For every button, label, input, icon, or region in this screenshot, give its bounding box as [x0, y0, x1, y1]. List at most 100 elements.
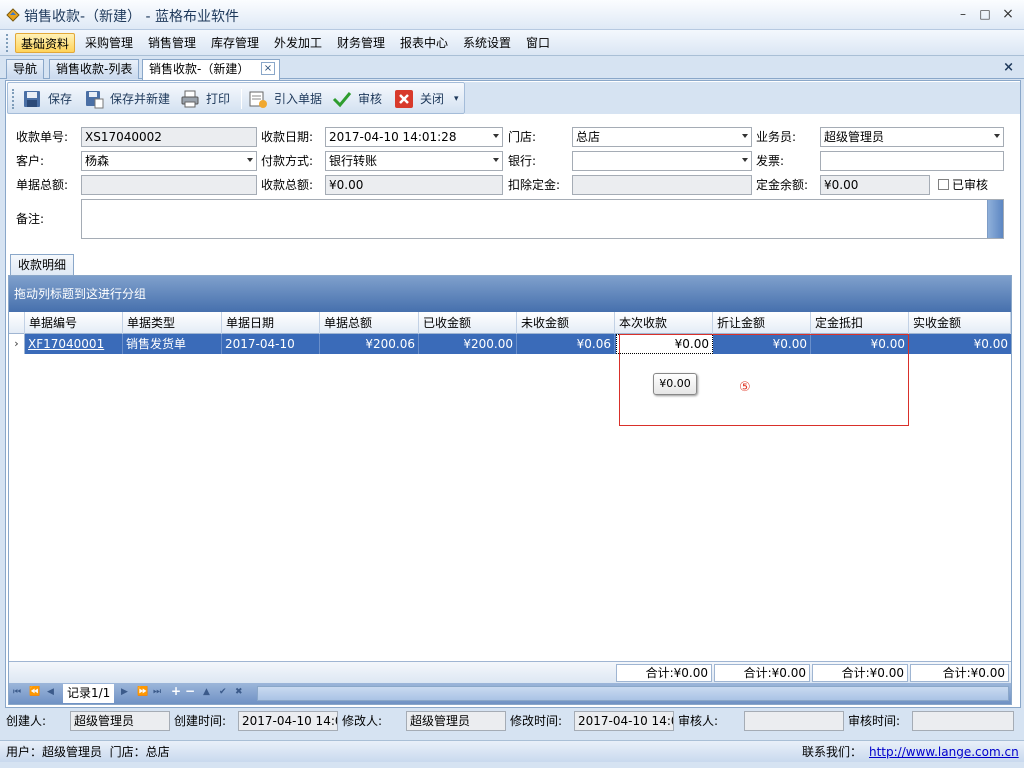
header-discount[interactable]: 折让金额	[713, 312, 811, 334]
audit-button[interactable]: 审核	[332, 87, 390, 111]
chevron-down-icon[interactable]	[493, 134, 499, 138]
post-edit-icon[interactable]: ✔	[219, 687, 227, 697]
audited-checkbox[interactable]	[938, 179, 949, 190]
group-by-panel[interactable]: 拖动列标题到这进行分组	[9, 276, 1011, 312]
print-button[interactable]: 打印	[180, 87, 238, 111]
cancel-edit-icon[interactable]: ✖	[235, 687, 243, 697]
prev-page-icon[interactable]: ⏪	[29, 687, 40, 697]
chevron-down-icon[interactable]	[247, 158, 253, 162]
creator-field: 超级管理员	[70, 711, 170, 731]
remark-textarea[interactable]	[81, 199, 1004, 239]
window-close-button[interactable]: ×	[999, 6, 1017, 22]
close-all-tabs-icon[interactable]: ×	[1003, 60, 1014, 75]
close-button[interactable]: 关闭	[394, 87, 452, 111]
tab-close-icon[interactable]: ×	[261, 62, 275, 75]
pay-method-label: 付款方式:	[261, 154, 314, 168]
header-doc-date[interactable]: 单据日期	[222, 312, 320, 334]
header-doc-type[interactable]: 单据类型	[123, 312, 222, 334]
header-deposit-offset[interactable]: 定金抵扣	[811, 312, 909, 334]
import-document-button[interactable]: 引入单据	[248, 87, 326, 111]
delete-record-icon[interactable]: −	[185, 684, 195, 698]
menu-sales[interactable]: 销售管理	[143, 33, 201, 53]
prev-record-icon[interactable]: ◀	[47, 687, 54, 697]
toolbar-overflow-icon[interactable]: ▾	[454, 87, 459, 111]
deposit-balance-field: ¥0.00	[820, 175, 930, 195]
cell-doc-type[interactable]: 销售发货单	[123, 334, 222, 354]
receipt-date-value: 2017-04-10 14:01:28	[329, 130, 457, 144]
maximize-button[interactable]: □	[976, 6, 994, 22]
cell-doc-no-link[interactable]: XF17040001	[25, 334, 123, 354]
footer-deposit-sum: 合计:¥0.00	[812, 664, 908, 682]
minimize-button[interactable]: –	[954, 6, 972, 22]
header-doc-total[interactable]: 单据总额	[320, 312, 419, 334]
tab-navigation[interactable]: 导航	[6, 59, 45, 79]
cell-actual-received[interactable]: ¥0.00	[909, 334, 1011, 354]
tab-receipt-details[interactable]: 收款明细	[10, 254, 74, 275]
deduct-deposit-label: 扣除定金:	[508, 178, 561, 192]
remark-label: 备注:	[16, 212, 45, 226]
menu-purchase[interactable]: 采购管理	[80, 33, 138, 53]
app-logo-icon	[6, 8, 20, 22]
store-value: 总店	[576, 130, 601, 144]
receipt-date-picker[interactable]: 2017-04-10 14:01:28	[325, 127, 503, 147]
cell-doc-date[interactable]: 2017-04-10	[222, 334, 320, 354]
deposit-balance-label: 定金余额:	[756, 178, 809, 192]
next-page-icon[interactable]: ⏩	[137, 687, 148, 697]
close-icon	[395, 90, 413, 108]
row-indicator: ›	[9, 334, 25, 354]
bank-select[interactable]	[572, 151, 752, 171]
menu-inventory[interactable]: 库存管理	[206, 33, 264, 53]
salesman-select[interactable]: 超级管理员	[820, 127, 1004, 147]
menu-outsourcing[interactable]: 外发加工	[269, 33, 327, 53]
edit-record-icon[interactable]: ▲	[203, 687, 210, 697]
header-indicator-cell	[9, 312, 25, 334]
create-time-field: 2017-04-10 14:0	[238, 711, 338, 731]
print-label: 打印	[206, 92, 231, 106]
header-actual-received[interactable]: 实收金额	[909, 312, 1011, 334]
header-unreceived[interactable]: 未收金额	[517, 312, 615, 334]
chevron-down-icon[interactable]	[742, 158, 748, 162]
horizontal-scrollbar[interactable]	[257, 686, 1009, 701]
grid-footer-row: 合计:¥0.00 合计:¥0.00 合计:¥0.00 合计:¥0.00	[9, 661, 1011, 683]
chevron-down-icon[interactable]	[994, 134, 1000, 138]
next-record-icon[interactable]: ▶	[121, 687, 128, 697]
receipt-no-field: XS17040002	[81, 127, 257, 147]
store-select[interactable]: 总店	[572, 127, 752, 147]
invoice-input[interactable]	[820, 151, 1004, 171]
footer-discount-sum: 合计:¥0.00	[714, 664, 810, 682]
pay-method-select[interactable]: 银行转账	[325, 151, 503, 171]
contact-link[interactable]: http://www.lange.com.cn	[869, 741, 1019, 763]
cell-doc-total[interactable]: ¥200.06	[320, 334, 419, 354]
chevron-down-icon[interactable]	[742, 134, 748, 138]
save-label: 保存	[48, 92, 73, 106]
modify-time-label: 修改时间:	[510, 714, 563, 728]
menu-basic-data[interactable]: 基础资料	[15, 33, 76, 53]
status-contact-label: 联系我们：	[802, 745, 863, 759]
toolbar: 保存 保存并新建 打印 引入单据 审核 关闭 ▾	[7, 82, 465, 114]
menu-settings[interactable]: 系统设置	[458, 33, 516, 53]
menu-finance[interactable]: 财务管理	[332, 33, 390, 53]
audit-time-label: 审核时间:	[848, 714, 901, 728]
first-record-icon[interactable]: ⏮	[13, 687, 21, 697]
header-this-receipt[interactable]: 本次收款	[615, 312, 713, 334]
customer-select[interactable]: 杨森	[81, 151, 257, 171]
audit-info-bar: 创建人: 超级管理员 创建时间: 2017-04-10 14:0 修改人: 超级…	[0, 708, 1024, 734]
chevron-down-icon[interactable]	[493, 158, 499, 162]
receipt-total-field: ¥0.00	[325, 175, 503, 195]
cell-received[interactable]: ¥200.00	[419, 334, 517, 354]
menu-bar: 基础资料 采购管理 销售管理 库存管理 外发加工 财务管理 报表中心 系统设置 …	[0, 30, 1024, 56]
tab-receipt-list[interactable]: 销售收款-列表	[49, 59, 140, 79]
deduct-deposit-field	[572, 175, 752, 195]
save-and-new-button[interactable]: 保存并新建	[84, 87, 176, 111]
tab-receipt-new[interactable]: 销售收款-（新建）	[142, 59, 280, 80]
append-record-icon[interactable]: +	[171, 684, 181, 698]
remark-scrollbar[interactable]	[987, 200, 1003, 238]
save-button[interactable]: 保存	[22, 87, 78, 111]
import-document-label: 引入单据	[274, 92, 323, 106]
menu-window[interactable]: 窗口	[521, 33, 555, 53]
last-record-icon[interactable]: ⏭	[153, 687, 161, 697]
header-received[interactable]: 已收金额	[419, 312, 517, 334]
menu-reports[interactable]: 报表中心	[395, 33, 453, 53]
header-doc-no[interactable]: 单据编号	[25, 312, 123, 334]
cell-unreceived[interactable]: ¥0.06	[517, 334, 615, 354]
